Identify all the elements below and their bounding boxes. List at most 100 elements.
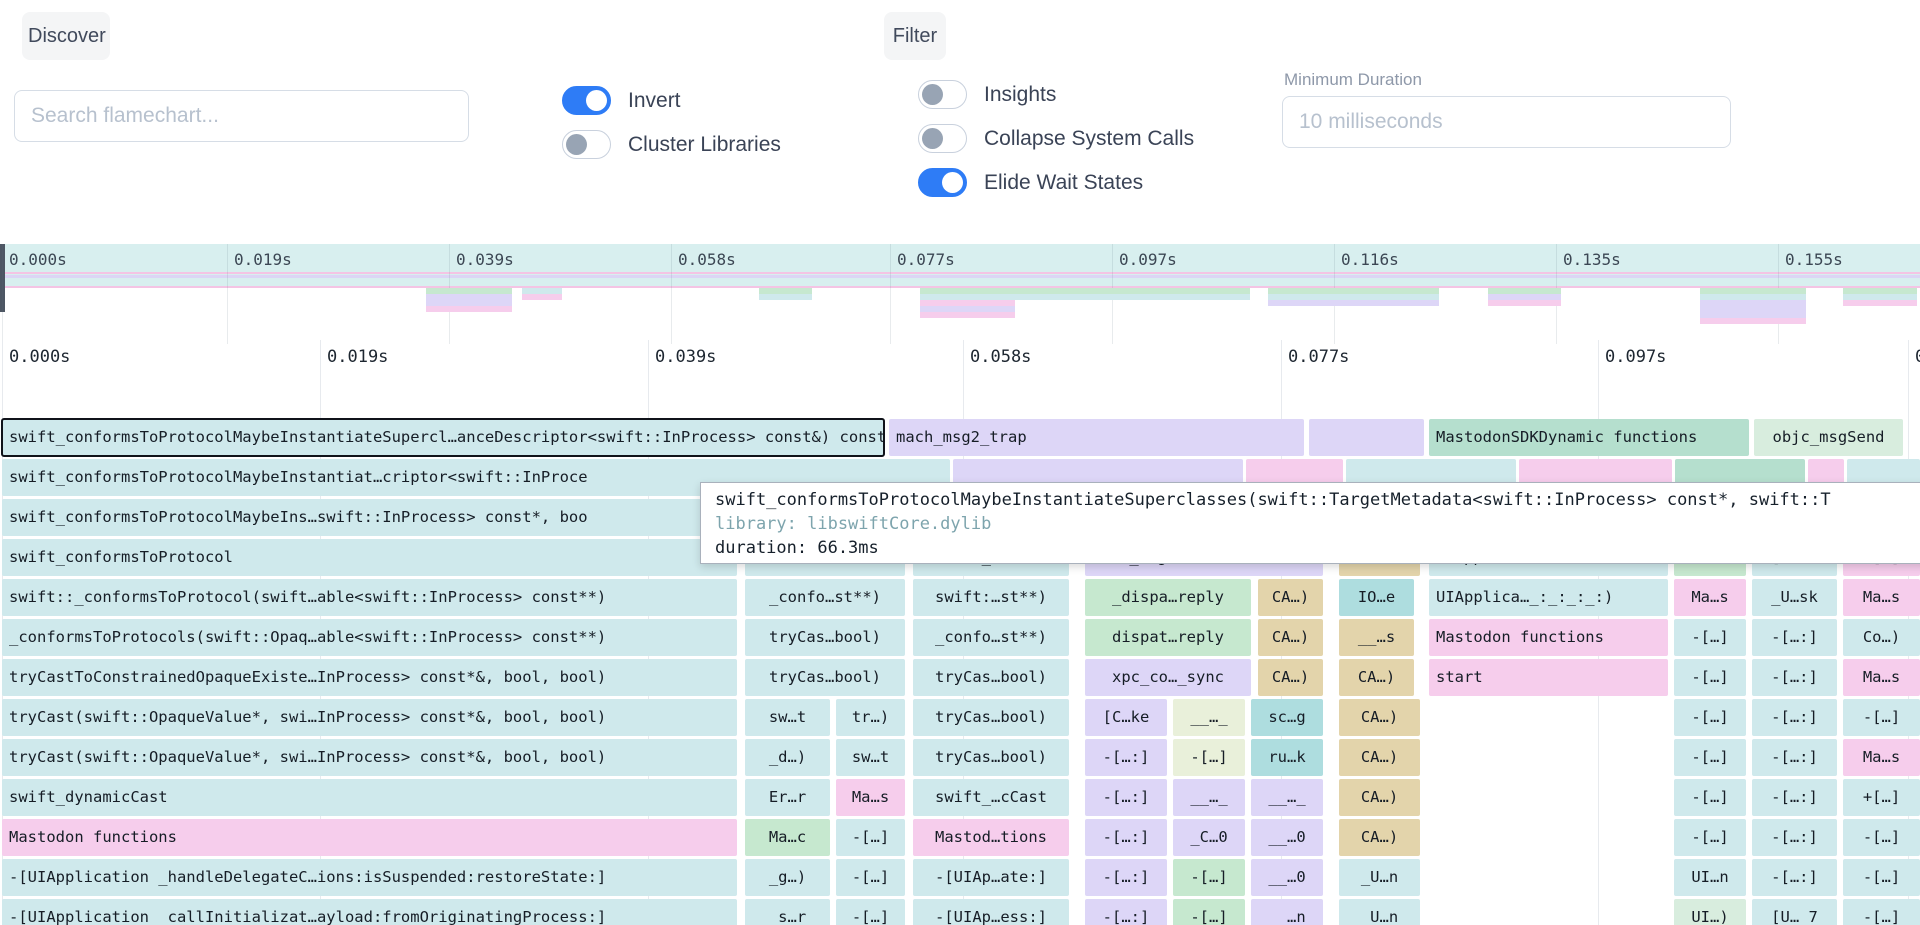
flame-cell[interactable]: -[UIApplication _handleDelegateC…ions:is… xyxy=(2,859,737,896)
flame-cell[interactable]: -[UIAp…ess:] xyxy=(913,899,1069,925)
flame-cell[interactable]: -[…:] xyxy=(1085,779,1167,816)
flame-cell[interactable]: objc_msgSend xyxy=(1754,419,1903,456)
flame-cell[interactable]: -[…:] xyxy=(1752,699,1837,736)
flame-cell[interactable]: __…s xyxy=(1339,619,1414,656)
flame-cell[interactable]: -[…] xyxy=(836,899,905,925)
minimap[interactable]: 0.000s0.019s0.039s0.058s0.077s0.097s0.11… xyxy=(0,244,1920,344)
flame-cell[interactable]: -[…:] xyxy=(1752,779,1837,816)
flame-cell[interactable]: -[…] xyxy=(1173,739,1245,776)
flame-cell[interactable]: UI…n xyxy=(1674,859,1746,896)
flame-cell[interactable]: mach_msg2_trap xyxy=(889,419,1304,456)
flame-cell[interactable]: -[…] xyxy=(1173,859,1245,896)
flame-cell[interactable]: CA…) xyxy=(1339,739,1420,776)
flame-cell[interactable]: -[UIAp…ate:] xyxy=(913,859,1069,896)
flame-cell[interactable]: -[…] xyxy=(1843,899,1920,925)
toggle-cluster-libraries[interactable] xyxy=(562,130,611,159)
flame-cell[interactable]: _U…n xyxy=(1339,859,1420,896)
flame-cell[interactable]: CA…) xyxy=(1339,699,1420,736)
flame-cell[interactable]: [U…_7 xyxy=(1752,899,1837,925)
flame-cell[interactable]: sw…t xyxy=(836,739,905,776)
flame-cell[interactable]: Ma…s xyxy=(1843,659,1920,696)
toggle-collapse-system-calls[interactable] xyxy=(918,124,967,153)
flame-cell[interactable]: __…n xyxy=(1251,899,1323,925)
flame-cell[interactable]: Ma…s xyxy=(1843,579,1920,616)
flame-cell[interactable]: _s…r xyxy=(745,899,830,925)
flame-cell[interactable]: -[…:] xyxy=(1085,899,1167,925)
flame-cell[interactable]: -[…] xyxy=(1674,699,1746,736)
flame-cell[interactable]: MastodonSDKDynamic functions xyxy=(1429,419,1749,456)
flame-cell[interactable]: -[…:] xyxy=(1752,819,1837,856)
flame-cell[interactable]: __…0 xyxy=(1251,859,1323,896)
flame-cell[interactable]: -[…] xyxy=(1674,819,1746,856)
flame-cell[interactable]: swift_conformsToProtocol xyxy=(2,539,737,576)
flame-cell[interactable]: __…_ xyxy=(1173,779,1245,816)
flame-cell[interactable]: -[…:] xyxy=(1085,819,1167,856)
flame-cell[interactable]: -[…] xyxy=(836,859,905,896)
flame-cell[interactable]: xpc_co…_sync xyxy=(1085,659,1251,696)
flame-cell[interactable]: Ma…s xyxy=(836,779,905,816)
flame-cell[interactable]: CA…) xyxy=(1339,819,1420,856)
flame-cell[interactable]: Mastod…tions xyxy=(913,819,1069,856)
flame-cell[interactable]: Ma…c xyxy=(745,819,830,856)
flame-cell[interactable]: -[…] xyxy=(1674,659,1746,696)
flame-cell[interactable]: tryCast(swift::OpaqueValue*, swi…InProce… xyxy=(2,699,737,736)
flame-cell[interactable]: -[…] xyxy=(1674,739,1746,776)
flame-cell[interactable]: -[…] xyxy=(1674,619,1746,656)
flame-cell[interactable]: __…_ xyxy=(1251,779,1323,816)
flame-cell[interactable]: tr…) xyxy=(836,699,905,736)
flame-cell[interactable]: ru…k xyxy=(1251,739,1323,776)
flame-cell-selected[interactable]: swift_conformsToProtocolMaybeInstantiate… xyxy=(2,419,884,456)
flame-cell[interactable]: Mastodon functions xyxy=(2,819,737,856)
flame-cell[interactable]: IO…e xyxy=(1339,579,1414,616)
flame-cell[interactable]: tryCastToConstrainedOpaqueExiste…InProce… xyxy=(2,659,737,696)
flame-cell[interactable] xyxy=(1309,419,1424,456)
minimum-duration-input[interactable] xyxy=(1282,96,1731,148)
flame-cell[interactable]: -[…:] xyxy=(1752,659,1837,696)
flame-cell[interactable]: -[…:] xyxy=(1752,619,1837,656)
flame-cell[interactable]: -[…:] xyxy=(1085,739,1167,776)
flame-cell[interactable]: -[…] xyxy=(1843,819,1920,856)
flame-cell[interactable]: tryCas…bool) xyxy=(745,659,905,696)
flame-cell[interactable]: start xyxy=(1429,659,1668,696)
flame-cell[interactable]: tryCast(swift::OpaqueValue*, swi…InProce… xyxy=(2,739,737,776)
flame-cell[interactable]: -[…:] xyxy=(1085,859,1167,896)
flame-cell[interactable]: _dispa…reply xyxy=(1085,579,1251,616)
flame-cell[interactable]: CA…) xyxy=(1258,659,1323,696)
flame-cell[interactable]: tryCas…bool) xyxy=(913,739,1069,776)
flame-cell[interactable]: swift_…cCast xyxy=(913,779,1069,816)
flame-cell[interactable]: _g…) xyxy=(745,859,830,896)
flame-cell[interactable]: CA…) xyxy=(1258,579,1323,616)
flame-cell[interactable]: -[…] xyxy=(836,819,905,856)
flame-cell[interactable]: dispat…reply xyxy=(1085,619,1251,656)
flame-cell[interactable]: swift_dynamicCast xyxy=(2,779,737,816)
flame-cell[interactable]: _d…) xyxy=(745,739,830,776)
flame-cell[interactable]: [C…ke xyxy=(1085,699,1167,736)
flame-cell[interactable]: _conformsToProtocols(swift::Opaq…able<sw… xyxy=(2,619,737,656)
flame-cell[interactable]: tryCas…bool) xyxy=(913,659,1069,696)
toggle-insights[interactable] xyxy=(918,80,967,109)
filter-button[interactable]: Filter xyxy=(884,12,946,60)
flame-cell[interactable]: CA…) xyxy=(1339,659,1414,696)
flame-cell[interactable]: tryCas…bool) xyxy=(745,619,905,656)
flame-cell[interactable]: swift:…st**) xyxy=(913,579,1069,616)
flame-cell[interactable]: UIApplica…_:_:_:_:) xyxy=(1429,579,1668,616)
flame-cell[interactable]: -[…] xyxy=(1843,699,1920,736)
search-input[interactable] xyxy=(14,90,469,142)
flame-cell[interactable]: +[…] xyxy=(1843,779,1920,816)
flame-cell[interactable]: -[UIApplication _callInitializat…ayload:… xyxy=(2,899,737,925)
flame-cell[interactable]: _confo…st**) xyxy=(745,579,905,616)
flame-cell[interactable]: swift::_conformsToProtocol(swift…able<sw… xyxy=(2,579,737,616)
flame-cell[interactable]: -[…:] xyxy=(1752,859,1837,896)
flame-cell[interactable]: -[…] xyxy=(1843,859,1920,896)
flame-cell[interactable]: sw…t xyxy=(745,699,830,736)
flame-cell[interactable]: CA…) xyxy=(1339,779,1420,816)
flame-cell[interactable]: Co…) xyxy=(1843,619,1920,656)
flame-cell[interactable]: _confo…st**) xyxy=(913,619,1069,656)
flame-cell[interactable]: -[…] xyxy=(1173,899,1245,925)
flame-cell[interactable]: sc…g xyxy=(1251,699,1323,736)
flame-cell[interactable]: Mastodon functions xyxy=(1429,619,1668,656)
flame-cell[interactable]: Ma…s xyxy=(1843,739,1920,776)
flame-cell[interactable]: __…_ xyxy=(1173,699,1245,736)
flame-cell[interactable]: _C…0 xyxy=(1173,819,1245,856)
flame-cell[interactable]: Er…r xyxy=(745,779,830,816)
